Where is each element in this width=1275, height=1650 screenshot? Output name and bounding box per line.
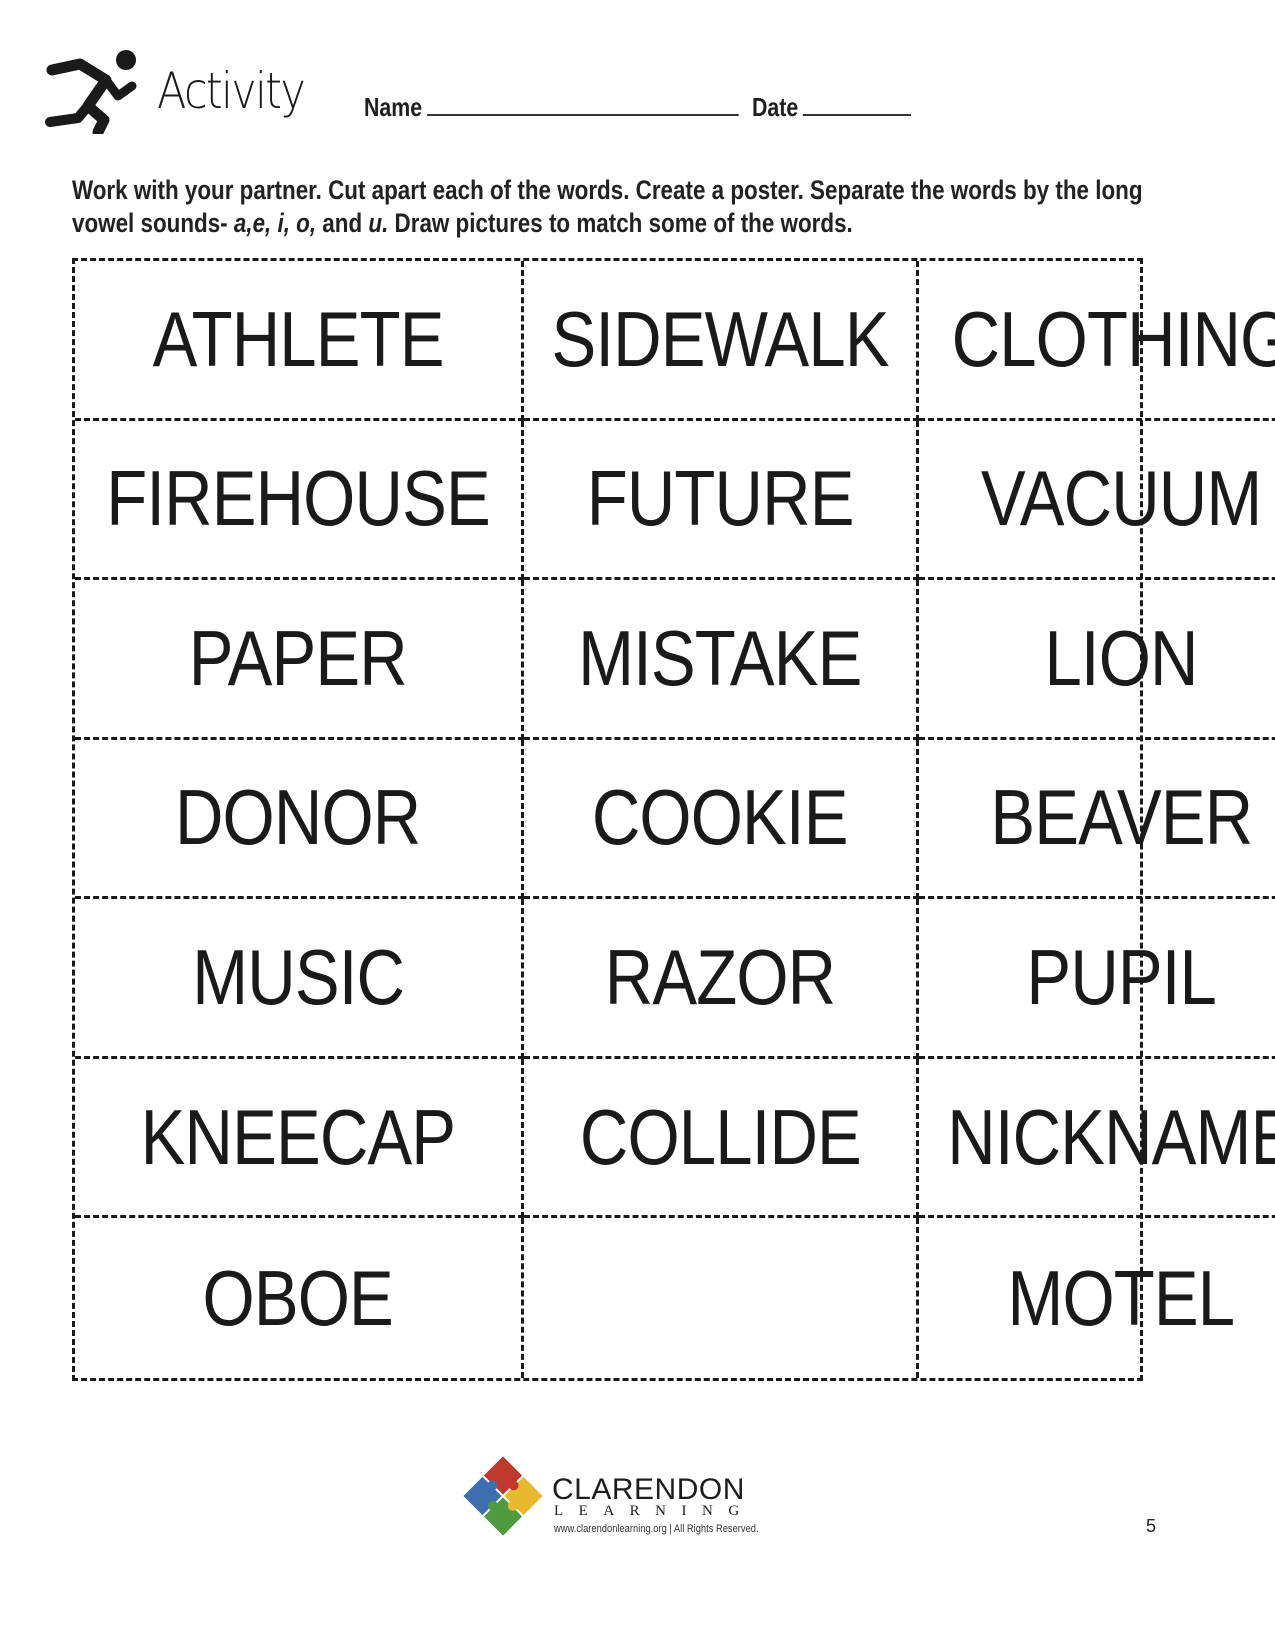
instructions-text: Draw pictures to match some of the words… xyxy=(388,208,853,238)
word-text: BEAVER xyxy=(990,773,1253,862)
word-text: RAZOR xyxy=(604,933,836,1022)
date-line[interactable] xyxy=(803,92,912,116)
word-card[interactable]: NICKNAME xyxy=(919,1059,1275,1219)
word-card[interactable]: VACUUM xyxy=(919,421,1275,581)
name-line[interactable] xyxy=(426,92,739,116)
word-text: PAPER xyxy=(188,613,408,702)
page-number: 5 xyxy=(1146,1516,1157,1536)
word-text: VACUUM xyxy=(980,454,1262,543)
word-card[interactable]: SIDEWALK xyxy=(524,261,920,421)
word-text: MOTEL xyxy=(1007,1253,1236,1342)
word-text: MUSIC xyxy=(192,933,405,1022)
activity-title: Activity xyxy=(157,62,306,120)
word-card[interactable]: DONOR xyxy=(75,739,525,900)
puzzle-logo-icon xyxy=(463,1456,543,1536)
clarendon-learning-logo: CLARENDON LEARNING www.clarendonlearning… xyxy=(462,1455,759,1536)
word-text: DONOR xyxy=(175,773,421,862)
word-text: SIDEWALK xyxy=(551,294,890,383)
word-card[interactable]: RAZOR xyxy=(524,899,920,1059)
word-text: OBOE xyxy=(202,1253,394,1342)
word-text: COLLIDE xyxy=(579,1092,862,1181)
word-text: NICKNAME xyxy=(947,1092,1275,1181)
word-card[interactable]: FIREHOUSE xyxy=(75,420,525,581)
word-card[interactable]: KNEECAP xyxy=(75,1058,525,1219)
word-text: PUPIL xyxy=(1026,933,1216,1022)
word-card[interactable]: ATHLETE xyxy=(75,261,525,421)
word-card[interactable]: LION xyxy=(919,580,1275,740)
word-card[interactable]: FUTURE xyxy=(524,420,920,581)
word-text: ATHLETE xyxy=(152,294,445,383)
word-text: FIREHOUSE xyxy=(106,454,490,543)
date-label: Date xyxy=(752,92,799,122)
word-card[interactable]: COOKIE xyxy=(524,739,920,900)
instructions: Work with your partner. Cut apart each o… xyxy=(72,174,1151,240)
word-card[interactable]: PAPER xyxy=(75,580,525,740)
word-text: LION xyxy=(1044,613,1199,702)
word-card[interactable]: CLOTHING xyxy=(919,261,1275,421)
name-label: Name xyxy=(364,92,423,122)
word-card[interactable]: MUSIC xyxy=(75,899,525,1059)
instructions-text: and xyxy=(316,208,369,238)
word-text: KNEECAP xyxy=(140,1092,456,1181)
name-field[interactable]: Name xyxy=(364,92,739,123)
word-card-grid: ATHLETE SIDEWALK CLOTHING FIREHOUSE FUTU… xyxy=(72,258,1275,1381)
word-card[interactable]: OBOE xyxy=(75,1218,525,1378)
brand-subtitle: LEARNING xyxy=(554,1503,755,1519)
word-card[interactable]: PUPIL xyxy=(919,899,1275,1059)
date-field[interactable]: Date xyxy=(752,92,912,123)
word-text: COOKIE xyxy=(592,773,849,862)
word-card[interactable]: BEAVER xyxy=(919,740,1275,900)
instructions-vowels: a,e, i, o, xyxy=(233,208,317,238)
copyright-text: www.clarendonlearning.org | All Rights R… xyxy=(554,1523,759,1535)
word-card-empty[interactable] xyxy=(524,1218,920,1378)
word-card[interactable]: MOTEL xyxy=(919,1218,1275,1378)
word-card[interactable]: COLLIDE xyxy=(524,1058,920,1219)
word-card[interactable]: MISTAKE xyxy=(524,580,920,740)
instructions-vowels: u. xyxy=(368,208,389,238)
running-person-icon xyxy=(45,50,137,134)
word-text: MISTAKE xyxy=(578,613,862,702)
brand-name: CLARENDON xyxy=(552,1473,745,1506)
word-text: FUTURE xyxy=(586,454,855,543)
word-text: CLOTHING xyxy=(951,294,1275,383)
